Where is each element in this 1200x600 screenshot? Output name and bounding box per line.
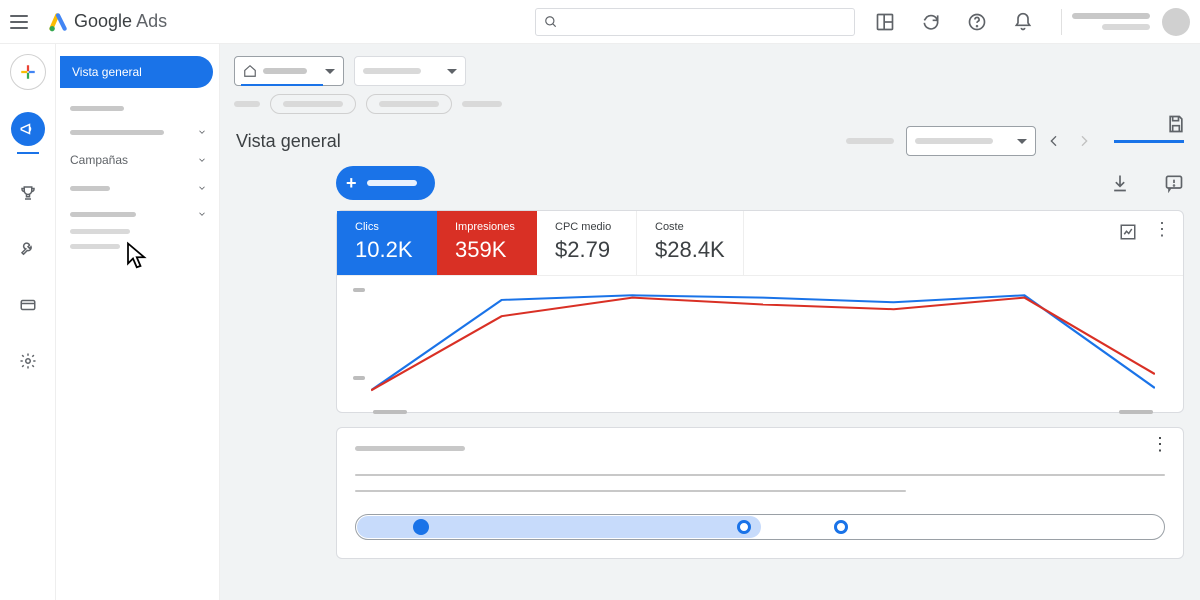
nav-item[interactable] [56,98,219,119]
metric-label: Clics [355,221,419,233]
chevron-down-icon [197,209,207,219]
gear-icon [19,352,37,370]
separator [1061,9,1062,35]
rail-settings[interactable] [11,344,45,378]
filter-chip[interactable] [270,94,356,114]
card-menu-button[interactable]: ⋮ [1151,438,1169,450]
search-icon [544,15,558,29]
reports-icon[interactable] [875,12,895,32]
nav-campaigns[interactable]: Campañas [56,145,219,175]
nav-item[interactable] [56,119,219,145]
trophy-icon [19,184,37,202]
filter-label [462,101,502,107]
next-period-button[interactable] [1076,133,1092,149]
metric-coste[interactable]: Coste $28.4K [637,211,744,275]
metric-clics[interactable]: Clics 10.2K [337,211,437,275]
prev-period-button[interactable] [1046,133,1062,149]
metric-value: $2.79 [555,237,618,263]
recommendations-card: ⋮ [336,427,1184,559]
megaphone-icon [19,120,37,138]
nav-item[interactable] [56,242,219,257]
nav-overview-label: Vista general [72,65,142,79]
chevron-down-icon [197,127,207,137]
scope-select[interactable] [354,56,466,86]
metric-label: Impresiones [455,221,519,233]
product-name-a: Google [74,11,132,31]
select-active-underline [241,84,323,86]
chevron-down-icon [197,183,207,193]
metric-impresiones[interactable]: Impresiones 359K [437,211,537,275]
nav-item[interactable] [56,201,219,227]
plus-icon: + [346,173,357,194]
stepper-node [413,519,429,535]
metric-value: 359K [455,237,519,263]
create-button[interactable] [10,54,46,90]
nav-item[interactable] [56,175,219,201]
summary-card: ⋮ Clics 10.2K Impresiones 359K CPC medio $2.7… [336,210,1184,413]
date-label [846,138,894,144]
notifications-icon[interactable] [1013,12,1033,32]
filter-chip[interactable] [366,94,452,114]
optimization-score-stepper[interactable] [355,514,1165,540]
chevron-down-icon [325,69,335,74]
new-campaign-button[interactable]: + [336,166,435,200]
rail-billing[interactable] [11,288,45,322]
metric-value: $28.4K [655,237,725,263]
nav-campaigns-label: Campañas [70,153,128,167]
user-avatar[interactable] [1162,8,1190,36]
stepper-node [737,520,751,534]
product-logo[interactable]: Google Ads [48,11,167,32]
rail-campaigns[interactable] [11,112,45,146]
nav-overview[interactable]: Vista general [60,56,213,88]
chevron-down-icon [197,155,207,165]
chart-series-clics [371,295,1155,390]
refresh-icon[interactable] [921,12,941,32]
metric-cpc-medio[interactable]: CPC medio $2.79 [537,211,637,275]
chevron-down-icon [447,69,457,74]
page-title: Vista general [236,131,341,152]
download-icon[interactable] [1110,173,1130,193]
metric-label: CPC medio [555,221,618,233]
metric-label: Coste [655,221,725,233]
performance-chart [337,276,1183,412]
product-name-b: Ads [136,11,167,31]
feedback-icon[interactable] [1164,173,1184,193]
card-heading [355,446,465,451]
save-icon[interactable] [1166,114,1186,134]
rail-active-underline [17,152,39,154]
text-line [355,490,906,492]
account-switcher[interactable] [1072,13,1150,30]
metric-value: 10.2K [355,237,419,263]
menu-button[interactable] [10,10,34,34]
search-input[interactable] [535,8,855,36]
help-icon[interactable] [967,12,987,32]
credit-card-icon [19,296,37,314]
rail-tools[interactable] [11,232,45,266]
chart-series-impresiones [371,298,1155,391]
google-ads-logo-icon [48,12,68,32]
card-menu-button[interactable]: ⋮ [1153,223,1171,241]
home-icon [243,64,257,78]
accent-underline [1114,140,1184,143]
expand-chart-icon[interactable] [1119,223,1137,241]
plus-multicolor-icon [19,63,37,81]
stepper-node [834,520,848,534]
account-select[interactable] [234,56,344,86]
nav-item[interactable] [56,227,219,242]
filter-label [234,101,260,107]
rail-goals[interactable] [11,176,45,210]
text-line [355,474,1165,476]
tools-icon [19,240,37,258]
date-range-select[interactable] [906,126,1036,156]
chevron-down-icon [1017,139,1027,144]
